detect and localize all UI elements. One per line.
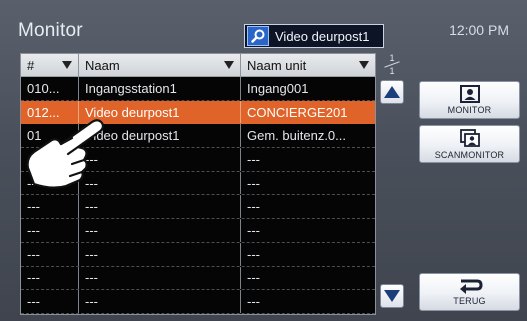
cell-number: ---: [21, 266, 79, 290]
cell-number: ---: [21, 219, 79, 242]
triangle-down-icon: [384, 290, 400, 302]
search-icon[interactable]: [247, 26, 269, 46]
clock: 12:00 PM: [449, 22, 509, 38]
table-body: 010... Ingangsstation1 Ingang001 012... Vide…: [21, 77, 375, 314]
table-row[interactable]: 012... Video deurpost1 CONCIERGE201: [21, 100, 375, 125]
column-header-unit-name[interactable]: Naam unit: [241, 54, 375, 77]
scanmonitor-button-label: SCANMONITOR: [434, 150, 505, 160]
cell-number: ---: [21, 290, 79, 313]
table-row[interactable]: --- --- ---: [21, 266, 375, 291]
table-row[interactable]: --- --- ---: [21, 290, 375, 314]
table-row[interactable]: --- --- ---: [21, 219, 375, 243]
table-row[interactable]: --- --- ---: [21, 171, 375, 196]
person-monitor-icon: [459, 85, 480, 103]
cell-unit-name: ---: [247, 270, 260, 286]
cell-unit-name: ---: [247, 151, 260, 167]
scanmonitor-button[interactable]: SCANMONITOR: [419, 125, 520, 163]
cell-unit-name: ---: [247, 199, 260, 215]
search-field[interactable]: Video deurpost1: [244, 24, 384, 48]
station-list: # Naam Naam unit 010... Ingangsstation1 In…: [20, 53, 376, 315]
cell-name: Video deurpost1: [79, 100, 241, 124]
table-row[interactable]: --- --- ---: [21, 242, 375, 267]
cell-number: [21, 148, 79, 171]
triangle-up-icon: [384, 86, 400, 98]
cell-name: ---: [79, 242, 241, 266]
scroll-down-button[interactable]: [380, 284, 404, 308]
cell-unit-name: ---: [247, 222, 260, 238]
table-row[interactable]: --- ---: [21, 148, 375, 172]
cell-name: ---: [79, 148, 241, 171]
cell-unit-name: Ingang001: [247, 80, 309, 96]
table-row[interactable]: 01 Video deurpost1 Gem. buitenz.0...: [21, 124, 375, 149]
intercom-screen: Monitor Video deurpost1 12:00 PM # Naam …: [0, 0, 527, 321]
cell-name: ---: [79, 195, 241, 219]
search-value: Video deurpost1: [275, 28, 370, 44]
cell-number: 012...: [21, 100, 79, 124]
scroll-up-button[interactable]: [380, 80, 404, 104]
cell-name: Video deurpost1: [79, 124, 241, 148]
cell-unit-name: CONCIERGE201: [247, 104, 348, 120]
page-title: Monitor: [18, 20, 83, 41]
page-indicator: 1 1: [380, 53, 404, 76]
cell-unit-name: Gem. buitenz.0...: [247, 128, 346, 144]
column-header-number[interactable]: #: [21, 54, 79, 77]
scroll-controls: 1 1: [378, 53, 406, 315]
cell-unit-name: ---: [247, 246, 260, 262]
column-header-name[interactable]: Naam: [79, 54, 241, 77]
page-current: 1: [389, 53, 395, 63]
cell-unit-name: ---: [247, 175, 260, 191]
cell-number: 01: [21, 124, 79, 148]
back-button[interactable]: TERUG: [419, 273, 520, 311]
column-header-label: Naam unit: [247, 58, 307, 73]
return-arrow-icon: [459, 279, 483, 294]
cell-unit-name: ---: [247, 294, 260, 310]
sort-arrow-icon[interactable]: [359, 61, 369, 69]
cell-number: 010...: [21, 77, 79, 100]
table-row[interactable]: 010... Ingangsstation1 Ingang001: [21, 77, 375, 101]
column-header-label: Naam: [85, 58, 120, 73]
cell-name: ---: [79, 171, 241, 195]
cell-name: ---: [79, 219, 241, 242]
sort-arrow-icon[interactable]: [224, 61, 234, 69]
back-button-label: TERUG: [453, 296, 486, 306]
sort-arrow-icon[interactable]: [62, 61, 72, 69]
cell-number: ---: [21, 195, 79, 219]
cell-name: ---: [79, 290, 241, 313]
column-header-label: #: [27, 58, 35, 73]
cell-number: ---: [21, 242, 79, 266]
cell-number: ---: [21, 171, 79, 195]
monitor-button-label: MONITOR: [447, 105, 492, 115]
monitor-button[interactable]: MONITOR: [419, 81, 520, 119]
page-total: 1: [389, 66, 395, 76]
table-row[interactable]: --- --- ---: [21, 195, 375, 220]
scan-monitor-icon: [459, 129, 480, 147]
table-header: # Naam Naam unit: [21, 54, 375, 77]
cell-name: ---: [79, 266, 241, 290]
cell-name: Ingangsstation1: [79, 77, 241, 100]
